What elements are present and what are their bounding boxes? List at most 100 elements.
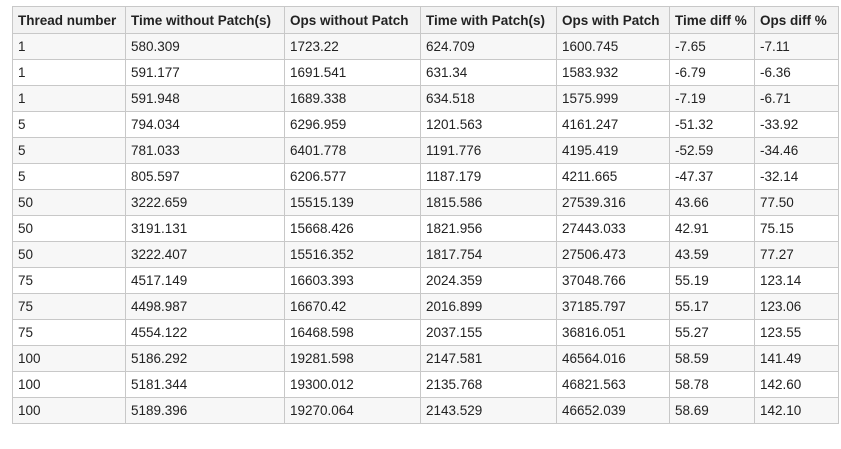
table-row: 100 5186.292 19281.598 2147.581 46564.016 58.…	[12, 345, 839, 372]
cell-thread-number: 75	[12, 293, 126, 320]
cell-ops-without-patch: 19270.064	[284, 397, 421, 424]
cell-ops-diff: 141.49	[754, 345, 839, 372]
cell-ops-with-patch: 1600.745	[556, 33, 670, 60]
cell-time-with-patch: 2135.768	[420, 371, 557, 398]
cell-ops-diff: 142.10	[754, 397, 839, 424]
cell-time-without-patch: 5189.396	[125, 397, 285, 424]
cell-time-diff: 42.91	[669, 215, 755, 242]
cell-thread-number: 5	[12, 137, 126, 164]
cell-ops-diff: -6.71	[754, 85, 839, 112]
cell-time-diff: 43.66	[669, 189, 755, 216]
cell-time-with-patch: 2024.359	[420, 267, 557, 294]
cell-ops-with-patch: 4211.665	[556, 163, 670, 190]
cell-time-diff: -7.65	[669, 33, 755, 60]
cell-thread-number: 75	[12, 319, 126, 346]
cell-ops-with-patch: 4195.419	[556, 137, 670, 164]
cell-ops-with-patch: 37048.766	[556, 267, 670, 294]
cell-thread-number: 50	[12, 241, 126, 268]
cell-ops-diff: 75.15	[754, 215, 839, 242]
cell-time-without-patch: 4517.149	[125, 267, 285, 294]
cell-time-without-patch: 3191.131	[125, 215, 285, 242]
header-ops-with-patch: Ops with Patch	[556, 6, 670, 34]
cell-time-with-patch: 1191.776	[420, 137, 557, 164]
cell-time-without-patch: 591.177	[125, 59, 285, 86]
cell-thread-number: 1	[12, 85, 126, 112]
cell-time-without-patch: 805.597	[125, 163, 285, 190]
cell-time-diff: 55.19	[669, 267, 755, 294]
cell-ops-diff: 77.27	[754, 241, 839, 268]
cell-ops-diff: 77.50	[754, 189, 839, 216]
cell-time-without-patch: 3222.407	[125, 241, 285, 268]
cell-time-diff: -47.37	[669, 163, 755, 190]
benchmark-table: Thread number Time without Patch(s) Ops …	[12, 6, 839, 424]
header-thread-number: Thread number	[12, 6, 126, 34]
cell-time-diff: -6.79	[669, 59, 755, 86]
table-row: 75 4498.987 16670.42 2016.899 37185.797 55.17…	[12, 293, 839, 320]
cell-ops-without-patch: 1691.541	[284, 59, 421, 86]
cell-thread-number: 1	[12, 59, 126, 86]
header-time-with-patch: Time with Patch(s)	[420, 6, 557, 34]
cell-ops-without-patch: 6401.778	[284, 137, 421, 164]
table-row: 1 580.309 1723.22 624.709 1600.745 -7.65 -7.11	[12, 33, 839, 60]
cell-time-diff: 58.69	[669, 397, 755, 424]
cell-ops-without-patch: 16670.42	[284, 293, 421, 320]
cell-thread-number: 1	[12, 33, 126, 60]
cell-time-diff: 55.27	[669, 319, 755, 346]
cell-ops-without-patch: 1689.338	[284, 85, 421, 112]
table-row: 50 3191.131 15668.426 1821.956 27443.033 42.9…	[12, 215, 839, 242]
cell-ops-without-patch: 16468.598	[284, 319, 421, 346]
cell-thread-number: 50	[12, 189, 126, 216]
table-row: 1 591.948 1689.338 634.518 1575.999 -7.19 -6.7…	[12, 85, 839, 112]
cell-ops-diff: -32.14	[754, 163, 839, 190]
cell-ops-with-patch: 27443.033	[556, 215, 670, 242]
cell-time-diff: -7.19	[669, 85, 755, 112]
cell-thread-number: 50	[12, 215, 126, 242]
cell-ops-with-patch: 46821.563	[556, 371, 670, 398]
cell-time-without-patch: 4554.122	[125, 319, 285, 346]
cell-thread-number: 100	[12, 345, 126, 372]
cell-time-with-patch: 1817.754	[420, 241, 557, 268]
cell-time-diff: 58.59	[669, 345, 755, 372]
header-ops-diff: Ops diff %	[754, 6, 839, 34]
cell-ops-diff: -6.36	[754, 59, 839, 86]
header-time-without-patch: Time without Patch(s)	[125, 6, 285, 34]
cell-time-diff: 43.59	[669, 241, 755, 268]
cell-time-with-patch: 1821.956	[420, 215, 557, 242]
cell-ops-diff: -34.46	[754, 137, 839, 164]
table-row: 50 3222.659 15515.139 1815.586 27539.316 43.6…	[12, 189, 839, 216]
cell-time-without-patch: 4498.987	[125, 293, 285, 320]
cell-ops-without-patch: 6296.959	[284, 111, 421, 138]
cell-thread-number: 5	[12, 163, 126, 190]
cell-ops-without-patch: 15515.139	[284, 189, 421, 216]
cell-ops-diff: 123.06	[754, 293, 839, 320]
cell-ops-without-patch: 16603.393	[284, 267, 421, 294]
table-header: Thread number Time without Patch(s) Ops …	[12, 6, 839, 34]
table-row: 100 5189.396 19270.064 2143.529 46652.039 58.…	[12, 397, 839, 424]
table-row: 75 4517.149 16603.393 2024.359 37048.766 55.1…	[12, 267, 839, 294]
table-row: 5 794.034 6296.959 1201.563 4161.247 -51.32 -3…	[12, 111, 839, 138]
cell-ops-with-patch: 36816.051	[556, 319, 670, 346]
cell-ops-diff: -7.11	[754, 33, 839, 60]
cell-ops-with-patch: 1583.932	[556, 59, 670, 86]
cell-ops-with-patch: 27506.473	[556, 241, 670, 268]
header-row: Thread number Time without Patch(s) Ops …	[12, 6, 839, 34]
cell-time-with-patch: 1201.563	[420, 111, 557, 138]
cell-time-with-patch: 631.34	[420, 59, 557, 86]
cell-time-without-patch: 591.948	[125, 85, 285, 112]
cell-time-without-patch: 5181.344	[125, 371, 285, 398]
cell-time-without-patch: 3222.659	[125, 189, 285, 216]
table-row: 1 591.177 1691.541 631.34 1583.932 -6.79 -6.36	[12, 59, 839, 86]
cell-ops-without-patch: 19281.598	[284, 345, 421, 372]
table-row: 75 4554.122 16468.598 2037.155 36816.051 55.2…	[12, 319, 839, 346]
cell-time-without-patch: 794.034	[125, 111, 285, 138]
table-row: 100 5181.344 19300.012 2135.768 46821.563 58.…	[12, 371, 839, 398]
cell-ops-without-patch: 6206.577	[284, 163, 421, 190]
cell-ops-without-patch: 15668.426	[284, 215, 421, 242]
cell-ops-with-patch: 27539.316	[556, 189, 670, 216]
header-time-diff: Time diff %	[669, 6, 755, 34]
header-ops-without-patch: Ops without Patch	[284, 6, 421, 34]
cell-time-diff: 58.78	[669, 371, 755, 398]
cell-ops-without-patch: 1723.22	[284, 33, 421, 60]
cell-time-with-patch: 2016.899	[420, 293, 557, 320]
table-row: 50 3222.407 15516.352 1817.754 27506.473 43.5…	[12, 241, 839, 268]
